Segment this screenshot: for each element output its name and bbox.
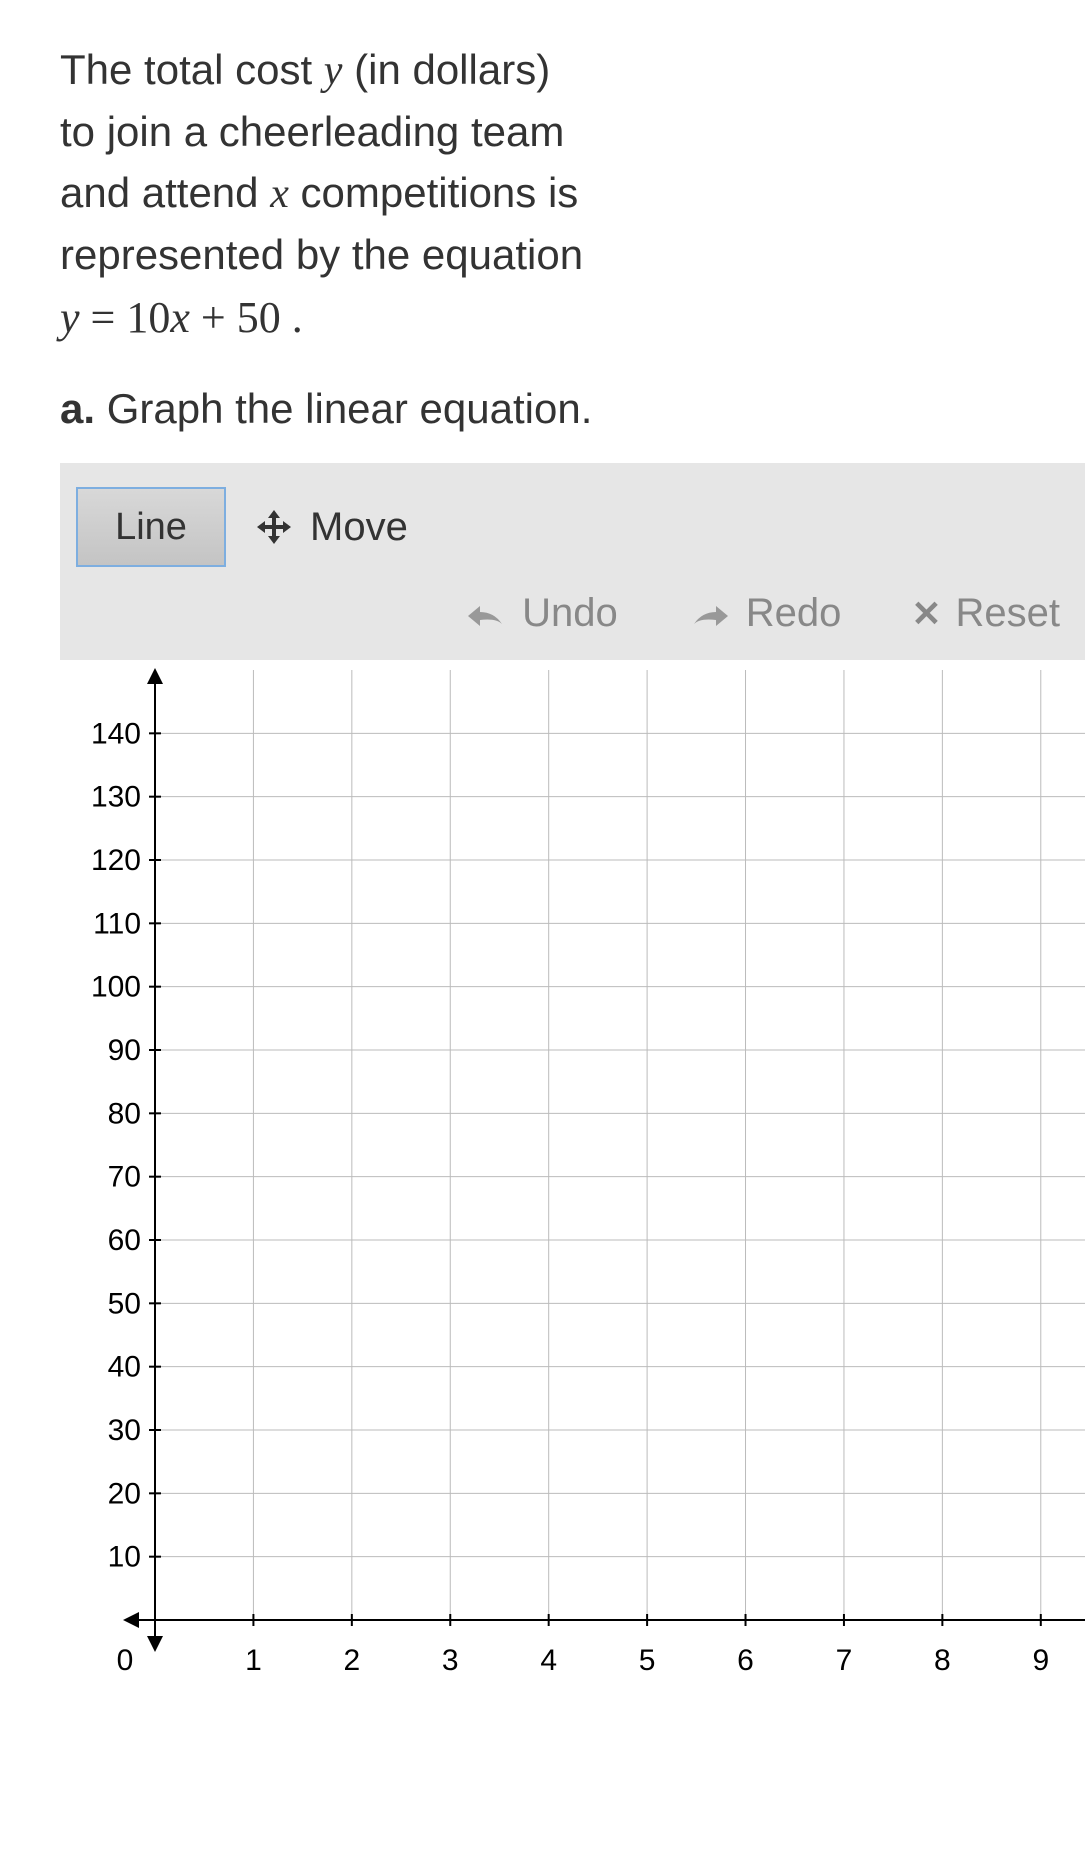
graph-canvas[interactable]: 0 1 2 3 4 5 6 7 8 9 10 20 30 40 50 60 70 80 90 100 110 120 130… [60,660,1085,1680]
redo-button[interactable]: Redo [688,591,842,636]
text: and attend [60,169,270,216]
svg-text:6: 6 [737,1644,754,1677]
problem-statement: The total cost y (in dollars) to join a … [60,40,1025,349]
undo-icon [464,598,508,630]
svg-text:7: 7 [836,1644,853,1677]
text: to join a cheerleading team [60,108,564,155]
close-icon: ✕ [911,593,941,635]
toolbar-row-tools: Line Move [76,487,1070,567]
svg-text:0: 0 [117,1644,134,1677]
move-tool-label: Move [310,505,408,550]
redo-icon [688,598,732,630]
svg-text:120: 120 [91,844,141,877]
reset-button[interactable]: ✕ Reset [911,591,1060,636]
move-icon [254,507,294,547]
part-a-prompt: a. Graph the linear equation. [60,385,1025,433]
svg-text:70: 70 [108,1161,141,1194]
svg-text:30: 30 [108,1414,141,1447]
svg-text:2: 2 [343,1644,360,1677]
part-text: Graph the linear equation. [95,385,592,432]
undo-button[interactable]: Undo [464,591,618,636]
undo-label: Undo [522,591,618,636]
svg-text:5: 5 [639,1644,656,1677]
toolbar-row-actions: Undo Redo ✕ Reset [76,591,1070,636]
redo-label: Redo [746,591,842,636]
svg-text:9: 9 [1032,1644,1049,1677]
equation: y = 10x + 50 . [60,293,303,342]
svg-text:60: 60 [108,1224,141,1257]
svg-text:1: 1 [245,1644,262,1677]
svg-text:80: 80 [108,1098,141,1131]
svg-text:130: 130 [91,781,141,814]
svg-text:140: 140 [91,718,141,751]
svg-text:90: 90 [108,1034,141,1067]
reset-label: Reset [956,591,1061,636]
variable-x: x [270,171,289,217]
text: The total cost [60,46,324,93]
text: represented by the equation [60,231,583,278]
graph-toolbar: Line Move Undo Redo ✕ Reset [60,463,1085,660]
text: (in dollars) [342,46,550,93]
svg-text:8: 8 [934,1644,951,1677]
svg-text:50: 50 [108,1288,141,1321]
svg-text:110: 110 [93,908,141,941]
text: competitions is [289,169,578,216]
move-tool-button[interactable]: Move [254,505,408,550]
svg-text:40: 40 [108,1351,141,1384]
svg-text:3: 3 [442,1644,459,1677]
svg-text:4: 4 [540,1644,557,1677]
svg-text:100: 100 [91,971,141,1004]
line-tool-button[interactable]: Line [76,487,226,567]
variable-y: y [324,48,343,94]
line-tool-label: Line [115,506,187,549]
svg-text:10: 10 [108,1541,141,1574]
part-label: a. [60,385,95,432]
svg-text:20: 20 [108,1478,141,1511]
